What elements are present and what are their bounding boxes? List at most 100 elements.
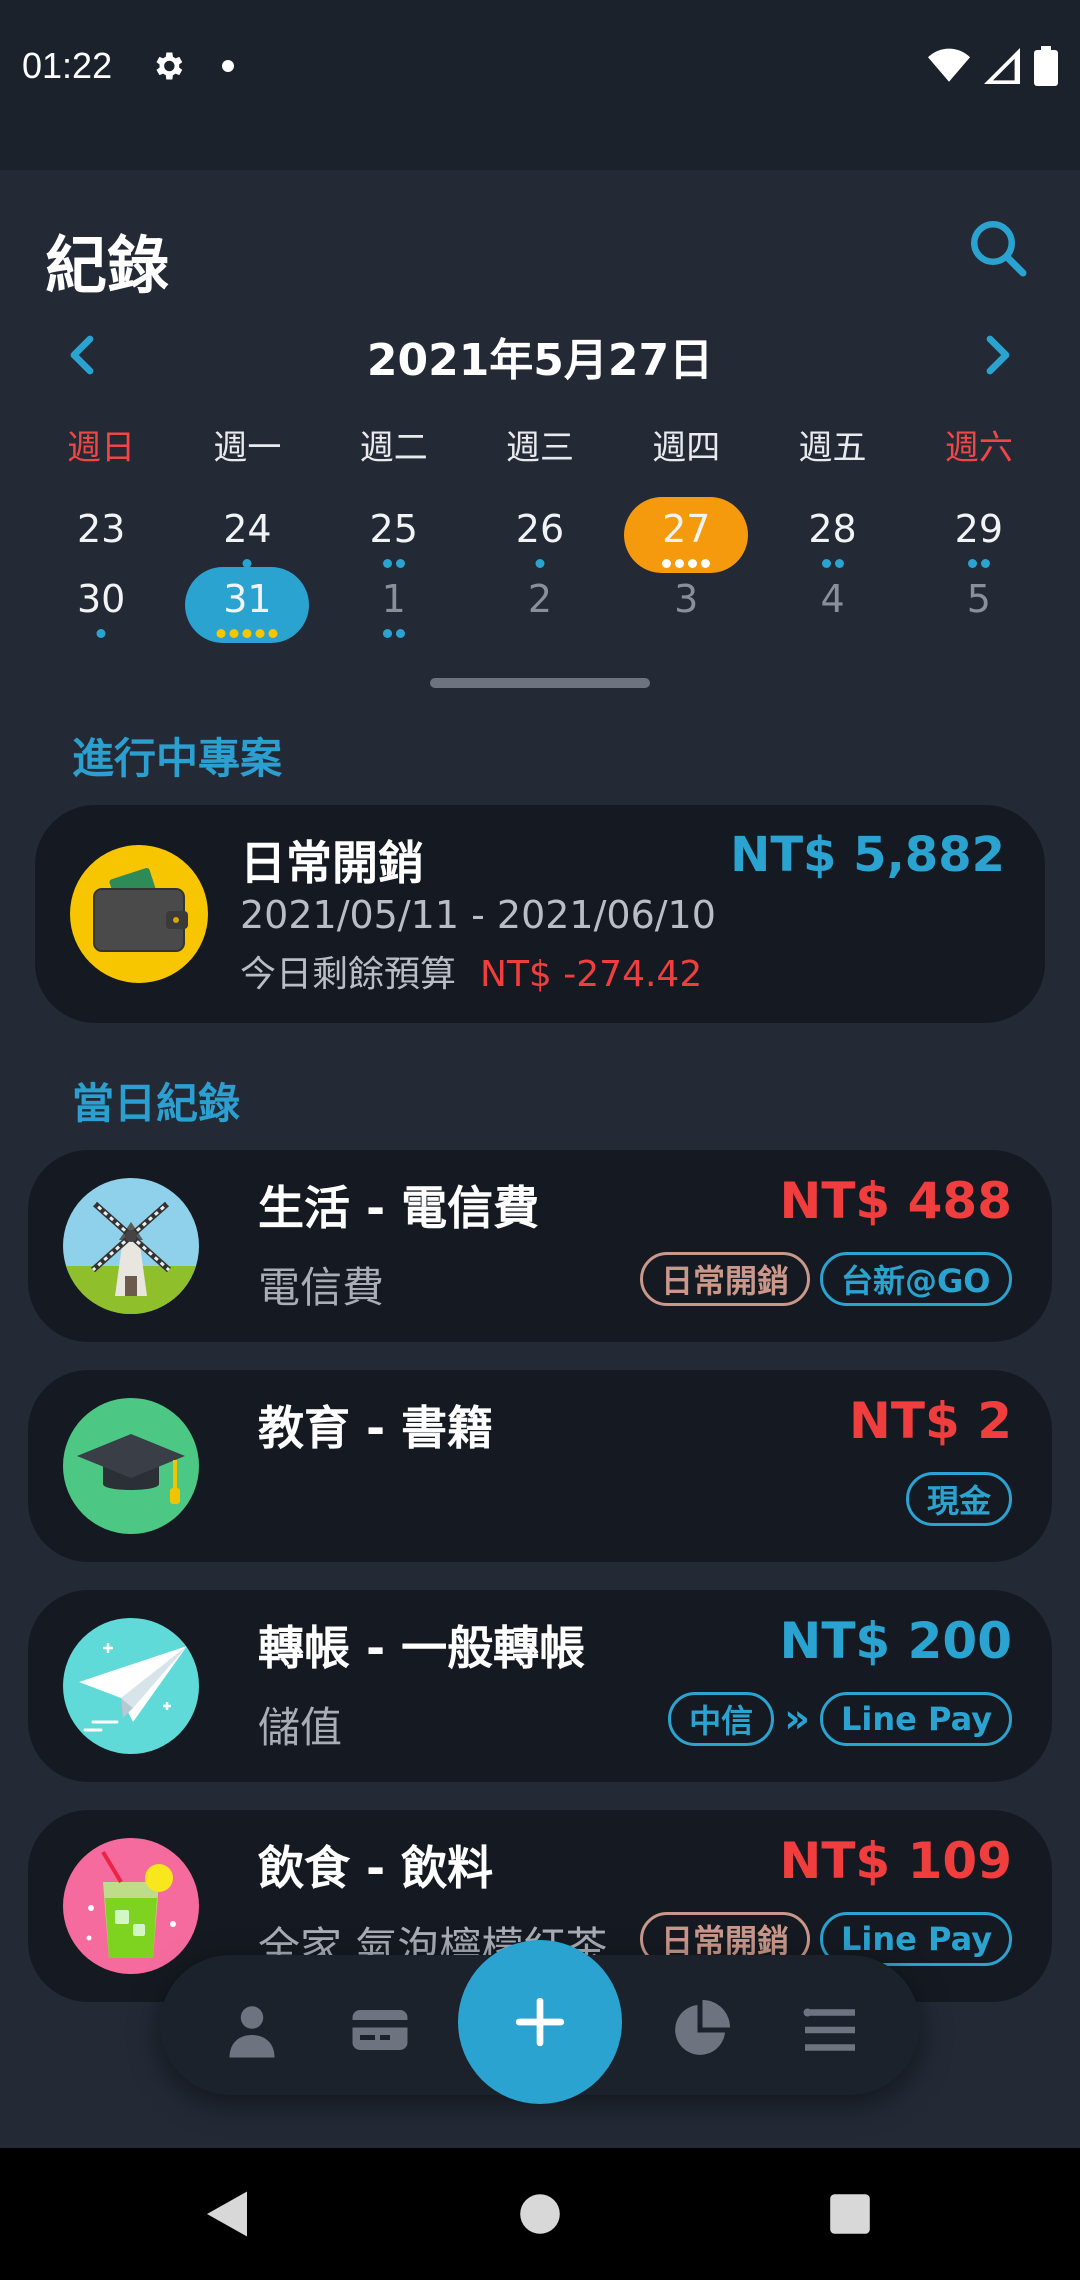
home-icon[interactable] [518,2186,562,2242]
settings-gear-icon [156,52,183,80]
project-remaining: 今日剩餘預算 NT$ -274.42 [240,945,702,997]
projects-section-title: 進行中專案 [72,734,283,783]
status-icons [928,46,1058,86]
calendar-day[interactable]: 5 [906,565,1052,645]
to-account-tag: Line Pay [820,1692,1012,1746]
calendar-header: 2021年5月27日 [0,320,1080,390]
record-dot [255,629,265,638]
calendar-day[interactable]: 23 [28,495,174,575]
recents-icon[interactable] [828,2186,872,2242]
record-subtitle: 電信費 [258,1263,385,1312]
account-tag: 現金 [905,1472,1012,1526]
calendar-week-row: 23 24 25 26 27 28 29 [28,495,1052,575]
weekday-label: 週一 [213,428,282,468]
weekday-label: 週五 [798,428,867,468]
record-subtitle: 儲值 [258,1703,343,1752]
project-amount: NT$ 5,882 [730,827,1005,883]
calendar-day[interactable]: 29 [906,495,1052,575]
calendar-day[interactable]: 24 [174,495,320,575]
battery-icon [1034,46,1058,86]
project-tag: 日常開銷 [639,1252,810,1306]
paper-plane-icon [63,1618,199,1754]
calendar-day[interactable]: 28 [759,495,905,575]
menu-icon[interactable] [800,2000,860,2060]
remaining-label: 今日剩餘預算 [240,954,457,995]
record-dot [242,629,252,638]
project-date-range: 2021/05/11 - 2021/06/10 [240,893,716,937]
weekday-label: 週六 [944,428,1013,468]
transfer-arrow-icon: » [784,1696,810,1742]
search-icon[interactable] [968,218,1028,278]
record-dot [229,629,239,638]
weekday-label: 週四 [652,428,721,468]
calendar-day[interactable]: 4 [759,565,905,645]
back-icon[interactable] [202,2186,252,2242]
record-item[interactable]: 轉帳 - 一般轉帳 儲值 NT$ 200 中信 » Line Pay [28,1590,1052,1782]
records-section-title: 當日紀錄 [72,1079,241,1128]
record-tags: 現金 [905,1472,1012,1526]
wifi-icon [928,48,970,82]
calendar-day[interactable]: 30 [28,565,174,645]
weekday-label: 週二 [359,428,428,468]
add-icon [515,1997,565,2047]
record-dot [268,629,278,638]
calendar-day[interactable]: 3 [613,565,759,645]
project-card[interactable]: 日常開銷 NT$ 5,882 2021/05/11 - 2021/06/10 今… [35,805,1045,1023]
calendar-day[interactable]: 31 [174,565,320,645]
add-record-button[interactable] [458,1940,622,2104]
weekday-label: 週三 [505,428,574,468]
calendar-collapse-handle[interactable] [430,678,650,688]
record-tags: 日常開銷 台新@GO [639,1252,1012,1306]
record-dot [96,629,106,638]
status-bar: 01:22 [0,0,1080,170]
calendar-day-number: 4 [820,577,845,621]
calendar-weekdays: 週日 週一 週二 週三 週四 週五 週六 [28,420,1052,469]
wallet-icon [70,845,208,983]
calendar-week-row: 30 31 1 2 3 4 5 [28,565,1052,645]
calendar-month-label[interactable]: 2021年5月27日 [0,324,1080,388]
record-amount: NT$ 488 [779,1172,1012,1230]
record-dot [382,629,392,638]
person-icon[interactable] [222,2000,282,2060]
record-dot [395,629,405,638]
calendar-day[interactable]: 26 [467,495,613,575]
from-account-tag: 中信 [668,1692,775,1746]
record-tags: 中信 » Line Pay [668,1692,1012,1746]
record-dot [216,629,226,638]
pie-chart-icon[interactable] [670,2000,730,2060]
record-title: 飲食 - 飲料 [258,1841,494,1895]
windmill-icon [63,1178,199,1314]
record-count-dots [382,629,405,638]
graduation-cap-icon [63,1398,199,1534]
weekday-label: 週日 [67,428,136,468]
calendar-day-number: 5 [966,577,991,621]
account-tag: 台新@GO [820,1252,1012,1306]
project-name: 日常開銷 [240,836,424,890]
calendar-day-number: 3 [674,577,699,621]
record-count-dots [216,629,278,638]
record-title: 生活 - 電信費 [258,1181,540,1235]
notification-dot-icon [222,60,234,72]
status-time: 01:22 [22,45,113,86]
app-screen: 紀錄 2021年5月27日 週日 週一 週二 週三 週四 週五 週六 23 24 2… [0,170,1080,2148]
calendar-day-number: 2 [527,577,553,621]
page-title: 紀錄 [45,229,170,302]
cell-signal-icon [984,48,1020,84]
record-title: 教育 - 書籍 [258,1401,494,1455]
remaining-value: NT$ -274.42 [480,954,703,995]
record-item[interactable]: 教育 - 書籍 NT$ 2 現金 [28,1370,1052,1562]
record-item[interactable]: 生活 - 電信費 電信費 NT$ 488 日常開銷 台新@GO [28,1150,1052,1342]
record-amount: NT$ 2 [849,1392,1012,1450]
record-amount: NT$ 109 [779,1832,1012,1890]
card-icon[interactable] [350,2000,410,2060]
system-nav-bar [0,2148,1080,2280]
record-title: 轉帳 - 一般轉帳 [258,1621,586,1675]
record-amount: NT$ 200 [779,1612,1012,1670]
record-count-dots [96,629,106,638]
calendar-day[interactable]: 1 [321,565,467,645]
calendar-day[interactable]: 2 [467,565,613,645]
drink-icon [63,1838,199,1974]
next-month-chevron-icon[interactable] [978,330,1018,380]
calendar-day[interactable]: 27 [613,495,759,575]
calendar-day[interactable]: 25 [321,495,467,575]
